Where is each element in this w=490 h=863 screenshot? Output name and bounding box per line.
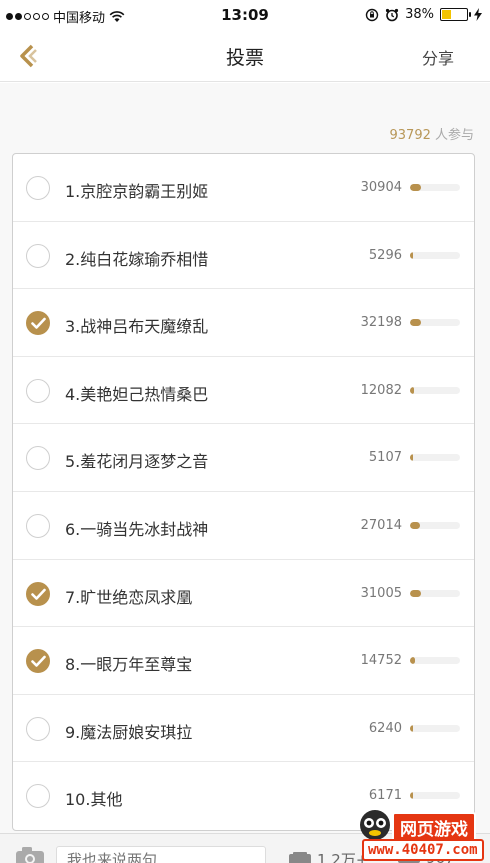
participant-count: 93792 人参与 bbox=[390, 124, 475, 143]
radio-button[interactable] bbox=[26, 716, 50, 741]
vote-option-label: 4.美艳妲己热情桑巴 bbox=[65, 384, 209, 404]
checkmark-icon bbox=[31, 588, 46, 600]
checked-radio-icon[interactable] bbox=[26, 649, 50, 674]
vote-progress-fill bbox=[410, 454, 413, 462]
site-watermark: 网页游戏 www.40407.com bbox=[358, 808, 490, 863]
vote-option[interactable]: 7.旷世绝恋凤求凰 31005 bbox=[13, 560, 474, 628]
vote-option[interactable]: 5.羞花闭月逐梦之音 5107 bbox=[13, 424, 474, 492]
vote-option-count: 30904 bbox=[360, 180, 402, 195]
vote-option-label: 10.其他 bbox=[65, 790, 123, 810]
nav-bar: 投票 分享 bbox=[0, 30, 490, 82]
vote-content: 93792 人参与 1.京腔京韵霸王别姬 30904 2.纯白花嫁瑜乔相惜 5296 3… bbox=[0, 83, 490, 833]
vote-progress-bar bbox=[410, 319, 460, 327]
vote-option-count: 6171 bbox=[368, 788, 402, 804]
vote-progress-fill bbox=[410, 589, 421, 597]
alarm-icon bbox=[385, 8, 399, 21]
rotation-lock-icon bbox=[365, 8, 379, 21]
radio-button[interactable] bbox=[26, 784, 50, 809]
watermark-url: www.40407.com bbox=[362, 839, 484, 861]
vote-progress-bar bbox=[410, 724, 460, 732]
vote-option-count: 6240 bbox=[368, 720, 402, 736]
vote-progress-bar bbox=[410, 386, 460, 394]
vote-progress-fill bbox=[410, 724, 413, 732]
vote-option-label: 7.旷世绝恋凤求凰 bbox=[65, 587, 193, 607]
vote-option[interactable]: 6.一骑当先冰封战神 27014 bbox=[13, 492, 474, 560]
vote-option-label: 3.战神吕布天魔缭乱 bbox=[65, 317, 209, 337]
mascot-icon bbox=[360, 810, 390, 840]
vote-progress-bar bbox=[410, 251, 460, 259]
radio-button[interactable] bbox=[26, 513, 50, 538]
vote-option[interactable]: 2.纯白花嫁瑜乔相惜 5296 bbox=[13, 222, 474, 290]
vote-option-count: 5107 bbox=[368, 450, 402, 466]
checked-radio-icon[interactable] bbox=[26, 581, 50, 606]
battery-icon bbox=[440, 8, 471, 21]
page-title: 投票 bbox=[225, 47, 264, 69]
vote-progress-fill bbox=[410, 184, 421, 191]
vote-progress-fill bbox=[410, 386, 414, 394]
vote-option-label: 9.魔法厨娘安琪拉 bbox=[65, 722, 193, 742]
participant-suffix: 人参与 bbox=[430, 128, 474, 143]
vote-option-count: 14752 bbox=[360, 653, 402, 669]
vote-option-label: 1.京腔京韵霸王别姬 bbox=[65, 182, 209, 201]
vote-progress-fill bbox=[410, 521, 420, 529]
vote-option-label: 2.纯白花嫁瑜乔相惜 bbox=[65, 249, 209, 269]
vote-progress-bar bbox=[410, 184, 460, 191]
vote-option[interactable]: 4.美艳妲己热情桑巴 12082 bbox=[13, 357, 474, 425]
vote-option-label: 6.一骑当先冰封战神 bbox=[65, 519, 209, 539]
vote-option-count: 31005 bbox=[360, 585, 402, 601]
vote-option-label: 5.羞花闭月逐梦之音 bbox=[65, 452, 209, 472]
vote-option-label: 8.一眼万年至尊宝 bbox=[65, 655, 193, 675]
participant-number: 93792 bbox=[389, 128, 431, 143]
vote-option[interactable]: 3.战神吕布天魔缭乱 32198 bbox=[13, 289, 474, 357]
status-bar: 中国移动 13:09 38% bbox=[0, 0, 490, 30]
comment-input[interactable] bbox=[56, 846, 266, 863]
vote-progress-bar bbox=[410, 792, 460, 800]
vote-option[interactable]: 1.京腔京韵霸王别姬 30904 bbox=[13, 154, 474, 222]
camera-icon[interactable] bbox=[14, 846, 48, 863]
checked-radio-icon[interactable] bbox=[26, 311, 50, 336]
vote-progress-bar bbox=[410, 657, 460, 665]
vote-option-count: 32198 bbox=[360, 315, 402, 331]
battery-percent: 38% bbox=[405, 7, 434, 22]
vote-option-count: 5296 bbox=[368, 247, 402, 263]
vote-progress-fill bbox=[410, 251, 413, 259]
radio-button[interactable] bbox=[26, 243, 50, 268]
status-right: 38% bbox=[365, 7, 482, 22]
vote-progress-bar bbox=[410, 454, 460, 462]
radio-button[interactable] bbox=[26, 446, 50, 471]
vote-option[interactable]: 8.一眼万年至尊宝 14752 bbox=[13, 627, 474, 695]
vote-option[interactable]: 9.魔法厨娘安琪拉 6240 bbox=[13, 695, 474, 763]
radio-button[interactable] bbox=[26, 378, 50, 403]
share-button[interactable]: 分享 bbox=[422, 45, 454, 69]
checkmark-icon bbox=[31, 655, 46, 667]
checkmark-icon bbox=[31, 317, 46, 329]
vote-progress-bar bbox=[410, 589, 460, 597]
vote-progress-fill bbox=[410, 792, 413, 800]
vote-progress-fill bbox=[410, 319, 421, 327]
radio-button[interactable] bbox=[26, 176, 50, 200]
vote-progress-fill bbox=[410, 657, 415, 665]
vote-option-count: 12082 bbox=[360, 382, 402, 398]
view-count: 1.2万+ bbox=[289, 849, 368, 863]
views-icon bbox=[289, 851, 311, 863]
vote-progress-bar bbox=[410, 521, 460, 529]
charging-icon bbox=[474, 8, 482, 21]
vote-option-list: 1.京腔京韵霸王别姬 30904 2.纯白花嫁瑜乔相惜 5296 3.战神吕布天魔缭乱 3… bbox=[12, 153, 475, 831]
vote-option-count: 27014 bbox=[360, 517, 402, 533]
